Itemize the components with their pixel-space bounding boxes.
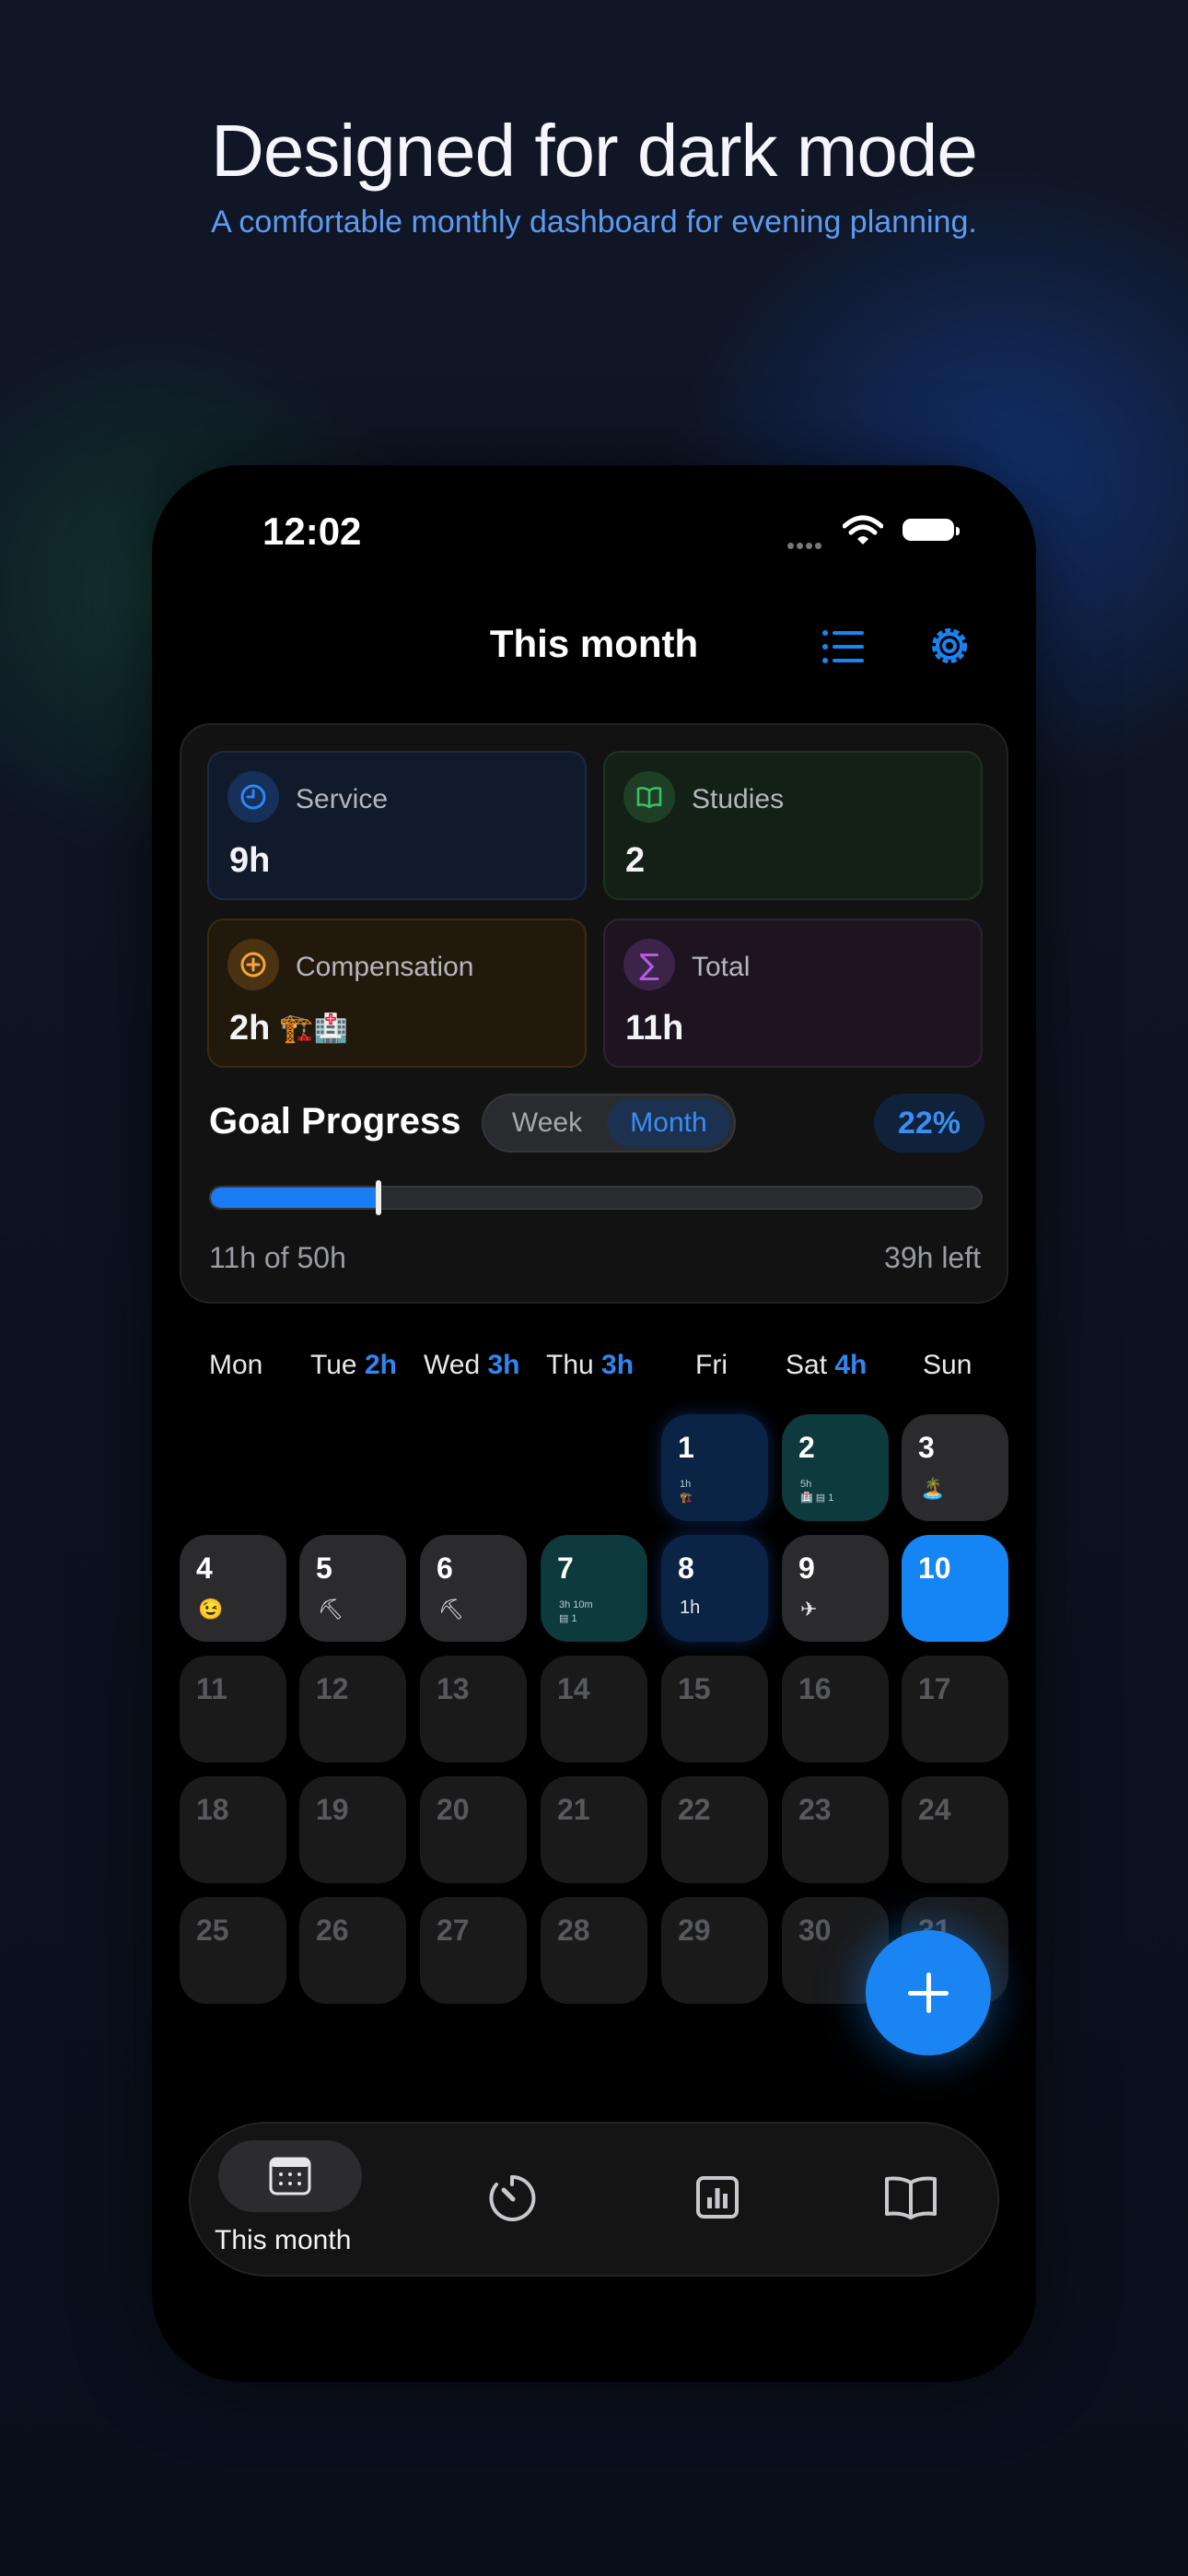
calendar-day-27[interactable]: 27 (420, 1897, 527, 2004)
promo-headline: Designed for dark mode (211, 110, 978, 192)
page-title: This month (489, 622, 699, 665)
calendar-day-17[interactable]: 17 (902, 1656, 1008, 1762)
calendar-day-13[interactable]: 13 (420, 1656, 527, 1762)
calendar-day-1[interactable]: 1 1h 🏗️ (661, 1414, 768, 1521)
segment-month[interactable]: Month (607, 1099, 730, 1147)
compensation-emoji: 🏗️🏥 (279, 1013, 349, 1044)
weekday-mon: Mon (209, 1350, 263, 1380)
calendar-day-9[interactable]: 9 ✈ (782, 1535, 889, 1642)
studies-value: 2 (625, 841, 646, 880)
signal-icon (787, 537, 824, 554)
service-stat[interactable]: Service 9h (207, 751, 587, 900)
tab-this-month[interactable]: This month (191, 2124, 390, 2275)
tab-bar: This month (189, 2122, 999, 2277)
calendar-day-22[interactable]: 22 (661, 1776, 768, 1883)
clock-icon (227, 771, 279, 823)
calendar-day-8[interactable]: 8 1h (661, 1535, 768, 1642)
weekday-wed: Wed 3h (424, 1350, 520, 1380)
calendar-day-19[interactable]: 19 (299, 1776, 406, 1883)
goal-progress-fill (211, 1188, 380, 1208)
service-label: Service (296, 784, 389, 814)
calendar-day-20[interactable]: 20 (420, 1776, 527, 1883)
calendar-day-11[interactable]: 11 (180, 1656, 286, 1762)
total-stat[interactable]: ∑ Total 11h (603, 919, 983, 1068)
studies-label: Studies (692, 784, 785, 814)
calendar-day-2[interactable]: 2 5h 🏥 ▤ 1 (782, 1414, 889, 1521)
promo-subheadline: A comfortable monthly dashboard for even… (211, 205, 977, 240)
tab-library[interactable] (835, 2124, 983, 2275)
calendar-day-12[interactable]: 12 (299, 1656, 406, 1762)
goal-progress-bar (209, 1186, 983, 1210)
phone-screen: 12:02 This month Service 9h Studies 2 Co… (152, 465, 1036, 2382)
battery-icon (903, 519, 960, 541)
goal-percent-badge: 22% (874, 1094, 984, 1153)
goal-left-label: 39h left (884, 1241, 981, 1274)
calendar-day-16[interactable]: 16 (782, 1656, 889, 1762)
weekday-sat: Sat 4h (786, 1350, 868, 1380)
goal-title: Goal Progress (209, 1101, 461, 1142)
period-segmented-control: Week Month (482, 1094, 736, 1153)
add-entry-button[interactable] (866, 1930, 991, 2055)
summary-card: Service 9h Studies 2 Compensation 2h 🏗️🏥… (180, 723, 1008, 1304)
compensation-label: Compensation (296, 952, 474, 982)
status-time: 12:02 (262, 509, 362, 553)
calendar-day-15[interactable]: 15 (661, 1656, 768, 1762)
compensation-stat[interactable]: Compensation 2h 🏗️🏥 (207, 919, 587, 1068)
calendar-day-4[interactable]: 4 😉 (180, 1535, 286, 1642)
calendar-day-7[interactable]: 7 3h 10m ▤ 1 (541, 1535, 647, 1642)
calendar-day-26[interactable]: 26 (299, 1897, 406, 2004)
service-value: 9h (229, 841, 271, 880)
chart-icon (696, 2176, 739, 2219)
calendar-icon (269, 2157, 311, 2195)
weekday-thu: Thu 3h (546, 1350, 635, 1380)
tab-this-month-label: This month (215, 2225, 352, 2255)
book-icon (623, 771, 675, 823)
calendar-day-25[interactable]: 25 (180, 1897, 286, 2004)
calendar-day-5[interactable]: 5 ⛏ (299, 1535, 406, 1642)
book-icon (885, 2176, 937, 2219)
calendar-day-21[interactable]: 21 (541, 1776, 647, 1883)
studies-stat[interactable]: Studies 2 (603, 751, 983, 900)
compensation-value: 2h 🏗️🏥 (229, 1009, 348, 1048)
calendar-day-23[interactable]: 23 (782, 1776, 889, 1883)
calendar-day-3[interactable]: 3 🏝️ (902, 1414, 1008, 1521)
calendar-day-6[interactable]: 6 ⛏ (420, 1535, 527, 1642)
calendar-day-14[interactable]: 14 (541, 1656, 647, 1762)
total-label: Total (692, 952, 751, 982)
wifi-icon (843, 515, 883, 544)
gear-icon[interactable] (924, 620, 975, 672)
calendar-day-24[interactable]: 24 (902, 1776, 1008, 1883)
goal-progress-marker (376, 1180, 381, 1215)
plus-circle-icon (227, 939, 279, 990)
calendar-day-10-today[interactable]: 10 (902, 1535, 1008, 1642)
calendar-day-29[interactable]: 29 (661, 1897, 768, 2004)
total-value: 11h (625, 1009, 684, 1048)
compensation-hours: 2h (229, 1009, 271, 1048)
weekday-fri: Fri (695, 1350, 728, 1380)
tab-reports[interactable] (642, 2124, 789, 2275)
sigma-icon: ∑ (623, 939, 675, 990)
tab-timer[interactable] (439, 2124, 587, 2275)
calendar-day-18[interactable]: 18 (180, 1776, 286, 1883)
calendar-day-28[interactable]: 28 (541, 1897, 647, 2004)
goal-done-label: 11h of 50h (209, 1241, 346, 1274)
segment-week[interactable]: Week (487, 1099, 607, 1147)
timer-icon (489, 2174, 536, 2221)
list-icon[interactable] (820, 624, 866, 670)
weekday-tue: Tue 2h (310, 1350, 397, 1380)
weekday-sun: Sun (923, 1350, 973, 1380)
